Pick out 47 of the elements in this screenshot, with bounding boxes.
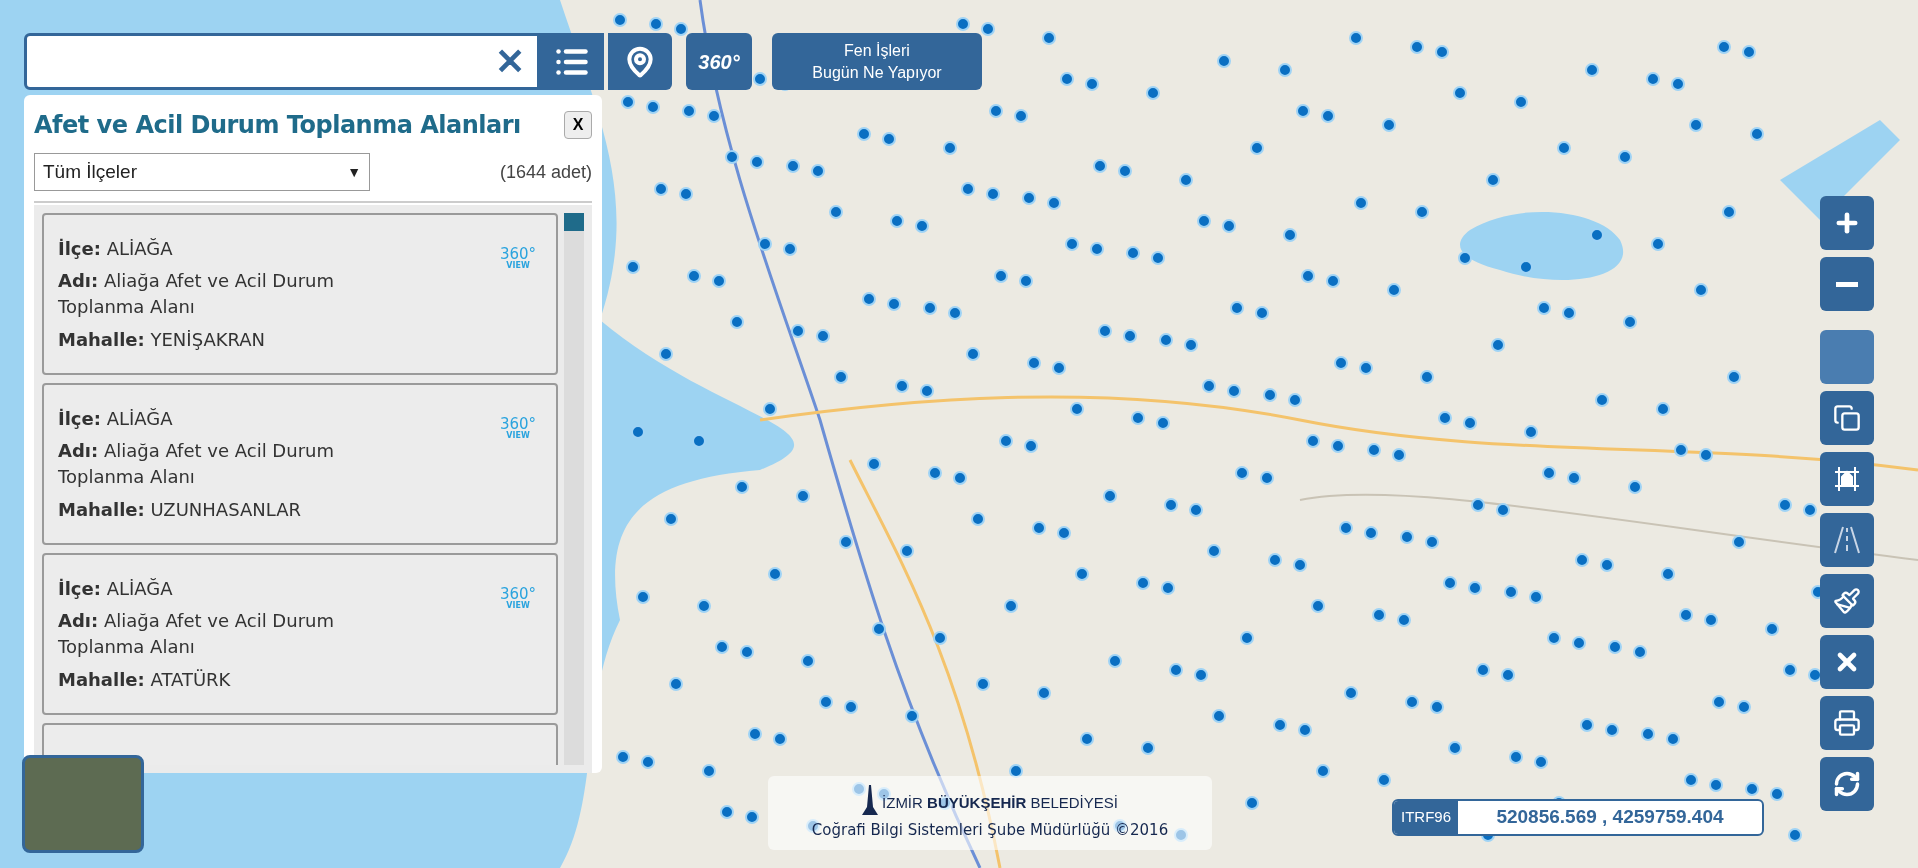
view-360-toolbar-button[interactable]: 360° <box>686 33 752 90</box>
brush-icon <box>1833 587 1861 615</box>
clear-search-button[interactable]: ✕ <box>483 43 537 80</box>
name-line: Adı: Aliağa Afet ve Acil Durum Toplanma Alanı <box>58 439 335 489</box>
result-card[interactable]: İlçe: ALİAĞA Adı: Aliağa Afet ve Acil Durum Toplanma Alanı Mahalle: UZUNHASANLAR 360° VIEW <box>42 383 558 545</box>
coordinate-system: ITRF96 <box>1394 801 1458 834</box>
name-line: Adı: Aliağa Afet ve Acil Durum Toplanma Alanı <box>58 609 335 659</box>
print-tool-button[interactable] <box>1820 696 1874 750</box>
road-icon <box>1832 525 1862 555</box>
map-pin-icon <box>624 45 656 78</box>
road-tool-button[interactable] <box>1820 513 1874 567</box>
brush-tool-button[interactable] <box>1820 574 1874 628</box>
stacked-squares-icon <box>1833 404 1861 432</box>
department-text: Coğrafi Bilgi Sistemleri Şube Müdürlüğü ©2016 <box>811 819 1169 841</box>
panel-title: Afet ve Acil Durum Toplanma Alanları <box>34 110 521 141</box>
zoom-in-tool-button[interactable] <box>1820 196 1874 250</box>
building-tool-button[interactable] <box>1820 452 1874 506</box>
print-icon <box>1833 709 1861 737</box>
refresh-icon <box>1833 770 1861 798</box>
refresh-tool-button[interactable] <box>1820 757 1874 811</box>
result-card[interactable]: İlçe: ALİAĞA Adı: Aliağa Afet ve Acil Durum Toplanma Alanı Mahalle: YENİŞAKRAN 360° VIEW <box>42 213 558 375</box>
logo-text: İZMİR BÜYÜKŞEHİR BELEDİYESİ <box>882 793 1118 814</box>
name-line: Adı: Aliağa Afet ve Acil Durum Toplanma Alanı <box>58 269 335 319</box>
district-line: İlçe: ALİAĞA <box>58 407 174 431</box>
location-button[interactable] <box>608 33 672 90</box>
neighborhood-line: Mahalle: YENİŞAKRAN <box>58 328 267 352</box>
neighborhood-line: Mahalle: ATATÜRK <box>58 668 232 692</box>
coordinate-value: 520856.569 , 4259759.404 <box>1495 805 1725 830</box>
district-line: İlçe: ALİAĞA <box>58 577 174 601</box>
zoom-out-tool-button[interactable] <box>1820 257 1874 311</box>
tower-logo-icon <box>862 784 879 815</box>
result-card[interactable]: İlçe: ALİAĞA Adı: Aliağa Afet ve Acil Durum Toplanma Alanı Mahalle: ATATÜRK 360° VIEW <box>42 553 558 715</box>
layers-tool-button[interactable] <box>1820 391 1874 445</box>
district-line: İlçe: ALİAĞA <box>58 237 174 261</box>
result-count: (1644 adet) <box>499 160 592 184</box>
scrollbar[interactable] <box>564 213 584 765</box>
zoom-out-icon <box>1836 281 1858 287</box>
district-select[interactable]: Tüm İlçeler ▼ <box>34 153 370 191</box>
erase-tool-button[interactable] <box>1820 635 1874 689</box>
news-button[interactable]: Fen İşleri Bugün Ne Yapıyor <box>772 33 982 90</box>
scrollbar-thumb[interactable] <box>564 213 584 231</box>
search-field[interactable]: ✕ <box>24 33 540 90</box>
minimap-thumbnail[interactable] <box>22 755 144 853</box>
neighborhood-line: Mahalle: UZUNHASANLAR <box>58 498 302 522</box>
list-button[interactable] <box>540 33 604 90</box>
building-grid-icon <box>1832 464 1862 494</box>
close-panel-button[interactable]: X <box>564 111 592 139</box>
